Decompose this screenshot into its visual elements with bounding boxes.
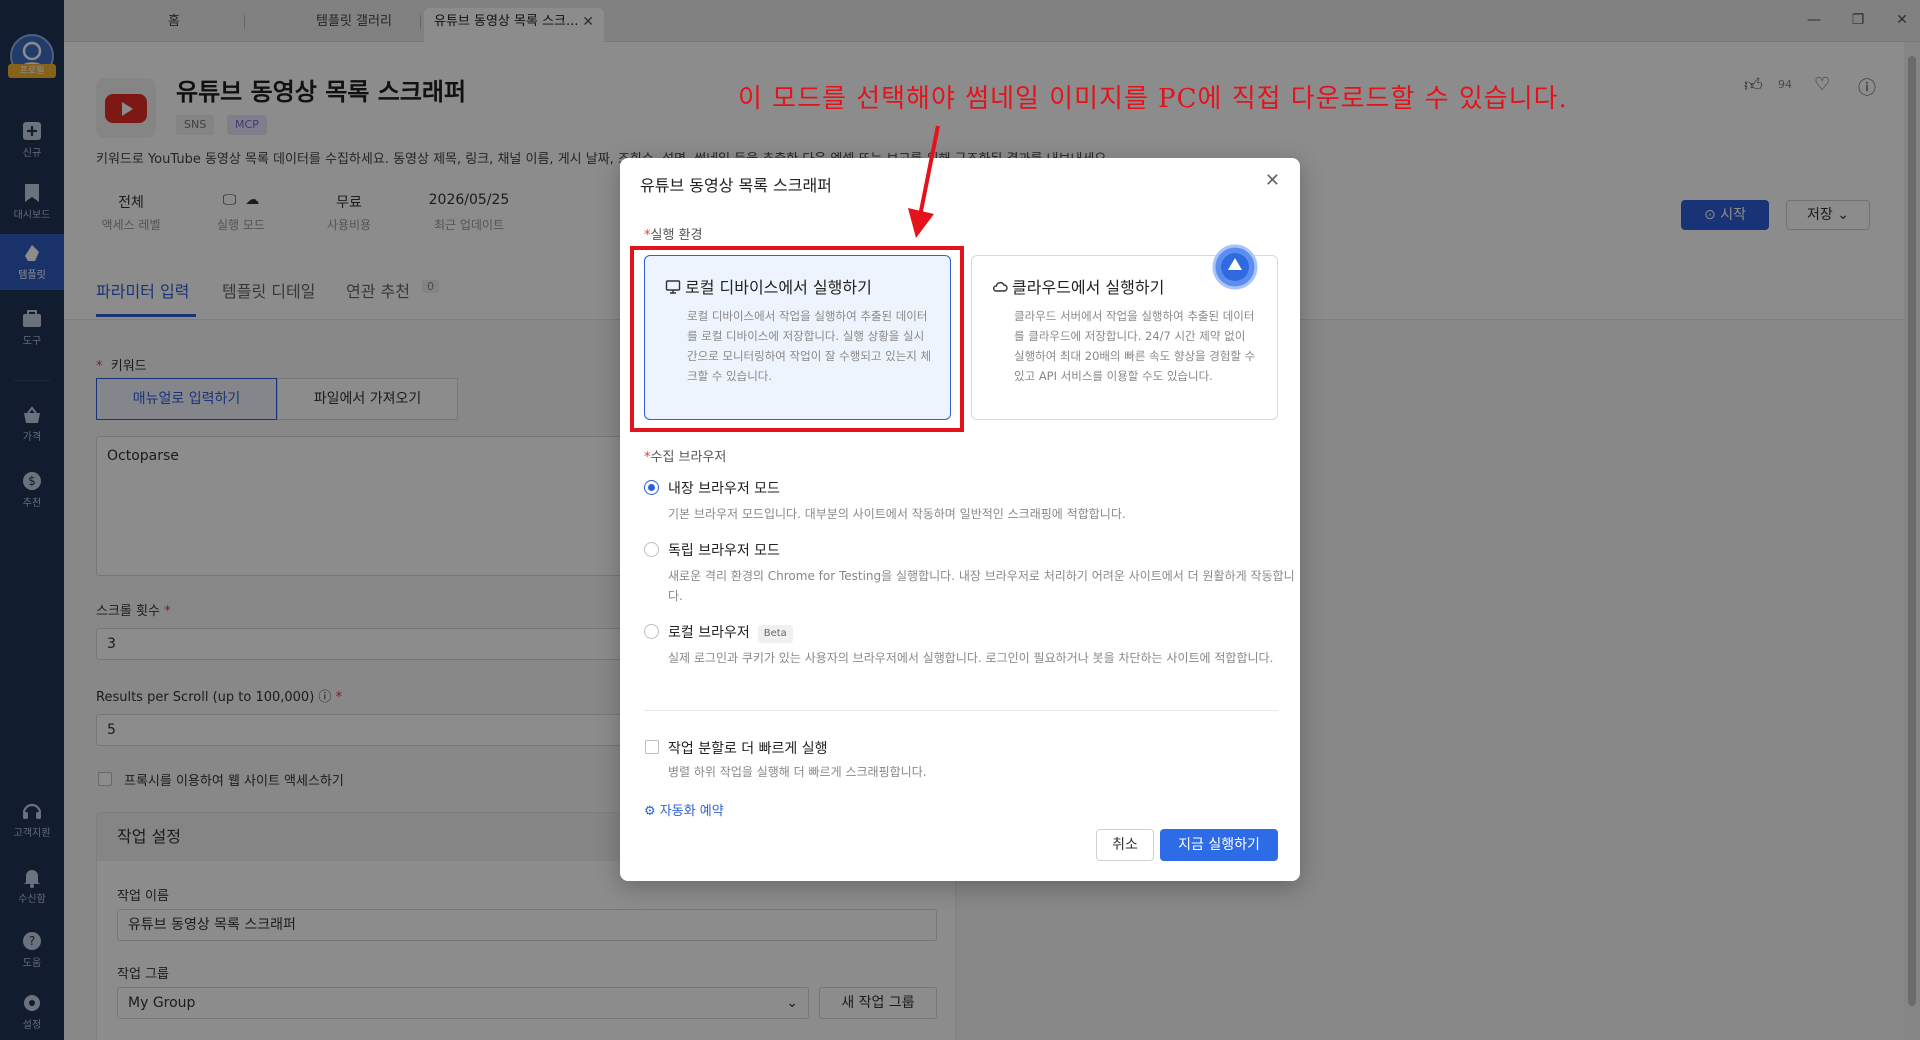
radio-desc: 기본 브라우저 모드입니다. 대부분의 사이트에서 작동하며 일반적인 스크래핑… bbox=[668, 507, 1126, 521]
run-now-button[interactable]: 지금 실행하기 bbox=[1160, 829, 1278, 861]
env-label: *실행 환경 bbox=[644, 224, 702, 243]
radio-label-text: 로컬 브라우저 bbox=[668, 625, 750, 641]
beta-badge: Beta bbox=[757, 625, 793, 643]
radio-label: 로컬 브라우저 Beta bbox=[668, 622, 793, 643]
radio-unselected[interactable] bbox=[644, 542, 659, 557]
radio-desc: 새로운 격리 환경의 Chrome for Testing을 실행합니다. 내장… bbox=[668, 569, 1295, 603]
clock-icon: ⚙︎ bbox=[644, 804, 656, 819]
env-option-title: 클라우드에서 실행하기 bbox=[992, 274, 1164, 298]
browser-label: *수집 브라우저 bbox=[644, 446, 726, 465]
env-title-text: 클라우드에서 실행하기 bbox=[1012, 278, 1165, 297]
annotation-highlight-box bbox=[630, 246, 964, 432]
split-task-checkbox[interactable] bbox=[645, 740, 659, 754]
radio-label: 독립 브라우저 모드 bbox=[668, 543, 780, 559]
cloud-icon bbox=[993, 281, 1008, 292]
browser-label-text: 수집 브라우저 bbox=[650, 450, 727, 465]
cancel-button[interactable]: 취소 bbox=[1096, 829, 1154, 861]
radio-desc: 실제 로그인과 쿠키가 있는 사용자의 브라우저에서 실행합니다. 로그인이 필… bbox=[668, 651, 1274, 665]
schedule-label: 자동화 예약 bbox=[659, 804, 724, 819]
env-option-desc: 클라우드 서버에서 작업을 실행하여 추출된 데이터를 클라우드에 저장합니다.… bbox=[1014, 309, 1256, 383]
annotation-arrow-icon bbox=[908, 125, 940, 238]
split-task-label: 작업 분할로 더 빠르게 실행 bbox=[668, 741, 828, 757]
radio-unselected[interactable] bbox=[644, 624, 659, 639]
env-label-text: 실행 환경 bbox=[650, 228, 703, 243]
run-dialog: 유튜브 동영상 목록 스크래퍼 ✕ *실행 환경 로컬 디바이스에서 실행하기 … bbox=[620, 158, 1300, 881]
schedule-link[interactable]: ⚙︎ 자동화 예약 bbox=[644, 800, 724, 819]
dialog-title: 유튜브 동영상 목록 스크래퍼 bbox=[640, 176, 832, 195]
radio-label: 내장 브라우저 모드 bbox=[668, 481, 780, 497]
premium-badge-icon bbox=[1212, 244, 1258, 290]
radio-selected[interactable] bbox=[644, 480, 659, 495]
close-icon[interactable]: ✕ bbox=[1265, 170, 1280, 191]
dialog-divider bbox=[644, 710, 1278, 711]
annotation-text: 이 모드를 선택해야 썸네일 이미지를 PC에 직접 다운로드할 수 있습니다. bbox=[738, 84, 1568, 114]
split-task-desc: 병렬 하위 작업을 실행해 더 빠르게 스크래핑합니다. bbox=[668, 765, 927, 779]
